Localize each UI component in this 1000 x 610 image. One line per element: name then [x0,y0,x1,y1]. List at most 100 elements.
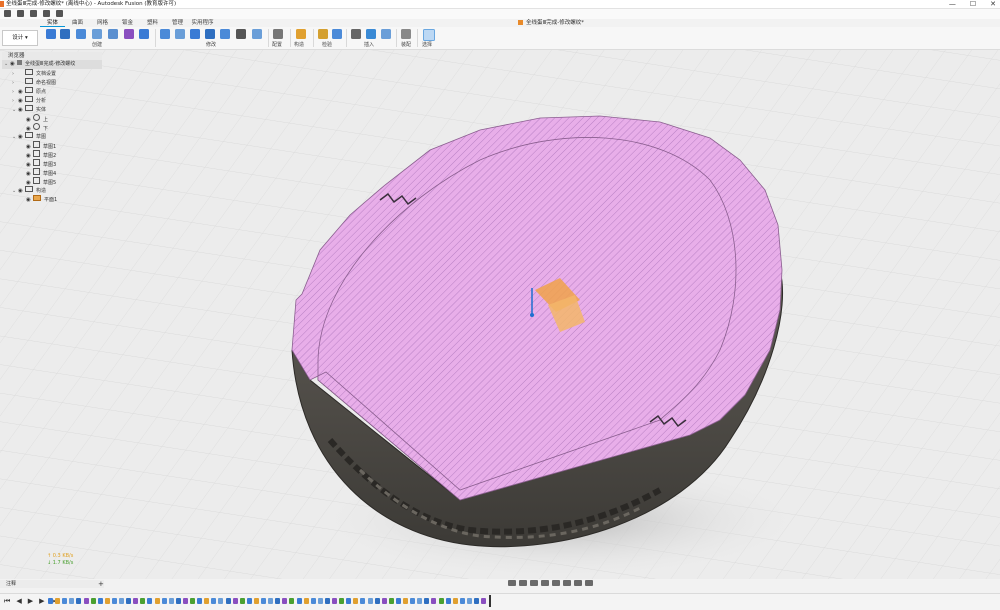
timeline-feature-icon[interactable] [339,598,345,604]
timeline-feature-icon[interactable] [48,598,53,604]
timeline-feature-icon[interactable] [232,598,238,604]
close-button[interactable]: ✕ [990,0,996,8]
select-icon[interactable] [423,29,435,41]
document-tab[interactable]: 全线蛋Ⅲ完成-修改螺纹* [518,19,584,27]
timeline-feature-icon[interactable] [147,598,153,604]
browser-header[interactable]: 浏览器 [2,52,102,60]
tab-utilities[interactable]: 实用程序 [190,19,215,27]
timeline-feature-icon[interactable] [104,598,110,604]
timeline-feature-icon[interactable] [459,598,465,604]
timeline-feature-icon[interactable] [324,598,330,604]
timeline-feature-icon[interactable] [403,598,408,604]
look-at-icon[interactable] [519,580,527,586]
pan-icon[interactable] [530,580,538,586]
timeline-prev-button[interactable]: ◀ [16,597,21,605]
offset-plane-icon[interactable] [296,29,306,39]
timeline-feature-icon[interactable] [410,598,416,604]
timeline-feature-icon[interactable] [253,598,259,604]
browser-item[interactable]: ◉ 上 [2,114,102,123]
align-icon[interactable] [252,29,262,39]
tab-surface[interactable]: 曲面 [65,19,90,27]
eye-icon[interactable]: ◉ [26,196,33,205]
insert-canvas-icon[interactable] [366,29,376,39]
timeline-feature-icon[interactable] [175,598,181,604]
timeline-feature-icon[interactable] [445,598,451,604]
timeline-feature-icon[interactable] [381,598,387,604]
move-icon[interactable] [236,29,246,39]
timeline-feature-icon[interactable] [282,598,288,604]
press-pull-icon[interactable] [160,29,170,39]
timeline-feature-icon[interactable] [388,598,394,604]
browser-item[interactable]: ◉ 草图3 [2,159,102,168]
browser-item[interactable]: ⌄ ◉ 实体 [2,105,102,114]
timeline-feature-icon[interactable] [474,598,479,604]
timeline-feature-icon[interactable] [119,598,124,604]
timeline-feature-icon[interactable] [296,598,302,604]
timeline-feature-icon[interactable] [317,598,323,604]
timeline-feature-icon[interactable] [310,598,316,604]
insert-mesh-icon[interactable] [381,29,391,39]
timeline-feature-icon[interactable] [111,598,117,604]
browser-item[interactable]: ◉ 草图5 [2,177,102,186]
timeline-feature-icon[interactable] [424,598,430,604]
group-select-label[interactable]: 选择 [422,41,432,48]
timeline-feature-icon[interactable] [90,598,96,604]
revolve-icon[interactable] [76,29,86,39]
timeline-play-button[interactable]: ▶ [28,597,33,605]
timeline-feature-icon[interactable] [431,598,437,604]
browser-item[interactable]: ◉ 草图2 [2,150,102,159]
measure-icon[interactable] [318,29,328,39]
timeline-feature-icon[interactable] [69,598,75,604]
chamfer-icon[interactable] [190,29,200,39]
timeline-feature-icon[interactable] [353,598,359,604]
comments-panel[interactable]: 注释 + [0,580,104,588]
add-comment-button[interactable]: + [98,580,104,588]
fit-icon[interactable] [552,580,560,586]
timeline-feature-icon[interactable] [154,598,160,604]
group-modify-label[interactable]: 修改 [206,41,216,48]
group-inspect-label[interactable]: 检验 [322,41,332,48]
file-menu-icon[interactable] [17,10,24,17]
configure-icon[interactable] [273,29,283,39]
tab-manage[interactable]: 管理 [165,19,190,27]
timeline-feature-icon[interactable] [395,598,401,604]
viewports-icon[interactable] [585,580,593,586]
grid-settings-icon[interactable] [574,580,582,586]
timeline-feature-icon[interactable] [261,598,266,604]
timeline-feature-icon[interactable] [168,598,174,604]
timeline-feature-icon[interactable] [466,598,472,604]
timeline-feature-icon[interactable] [218,598,224,604]
timeline-feature-icon[interactable] [481,598,487,604]
timeline-feature-icon[interactable] [76,598,82,604]
group-insert-label[interactable]: 插入 [364,41,374,48]
timeline-feature-icon[interactable] [275,598,281,604]
timeline-feature-icon[interactable] [62,598,68,604]
timeline-feature-icon[interactable] [83,598,89,604]
timeline-feature-icon[interactable] [289,598,295,604]
tab-sheet-metal[interactable]: 钣金 [115,19,140,27]
browser-item[interactable]: ◉ 草图4 [2,168,102,177]
tab-mesh[interactable]: 网格 [90,19,115,27]
browser-item[interactable]: ◉ 草图1 [2,141,102,150]
timeline-feature-icon[interactable] [246,598,252,604]
model-canvas[interactable] [0,50,1000,579]
browser-item[interactable]: ◉ 下 [2,123,102,132]
new-component-icon[interactable] [401,29,411,39]
display-settings-icon[interactable] [563,580,571,586]
timeline-feature-icon[interactable] [303,598,309,604]
fillet-icon[interactable] [175,29,185,39]
browser-item[interactable]: ⌄ ◉ 草图 [2,132,102,141]
timeline-marker[interactable] [489,595,491,607]
timeline-feature-icon[interactable] [182,598,188,604]
extrude-icon[interactable] [60,29,70,39]
group-create-label[interactable]: 创建 [92,41,102,48]
timeline-feature-icon[interactable] [55,598,61,604]
form-icon[interactable] [124,29,134,39]
insert-derive-icon[interactable] [351,29,361,39]
timeline-feature-icon[interactable] [239,598,245,604]
group-configure-label[interactable]: 配置 [272,41,282,48]
redo-icon[interactable] [56,10,63,17]
split-icon[interactable] [139,29,149,39]
timeline-feature-icon[interactable] [97,598,103,604]
timeline-feature-icon[interactable] [161,598,167,604]
